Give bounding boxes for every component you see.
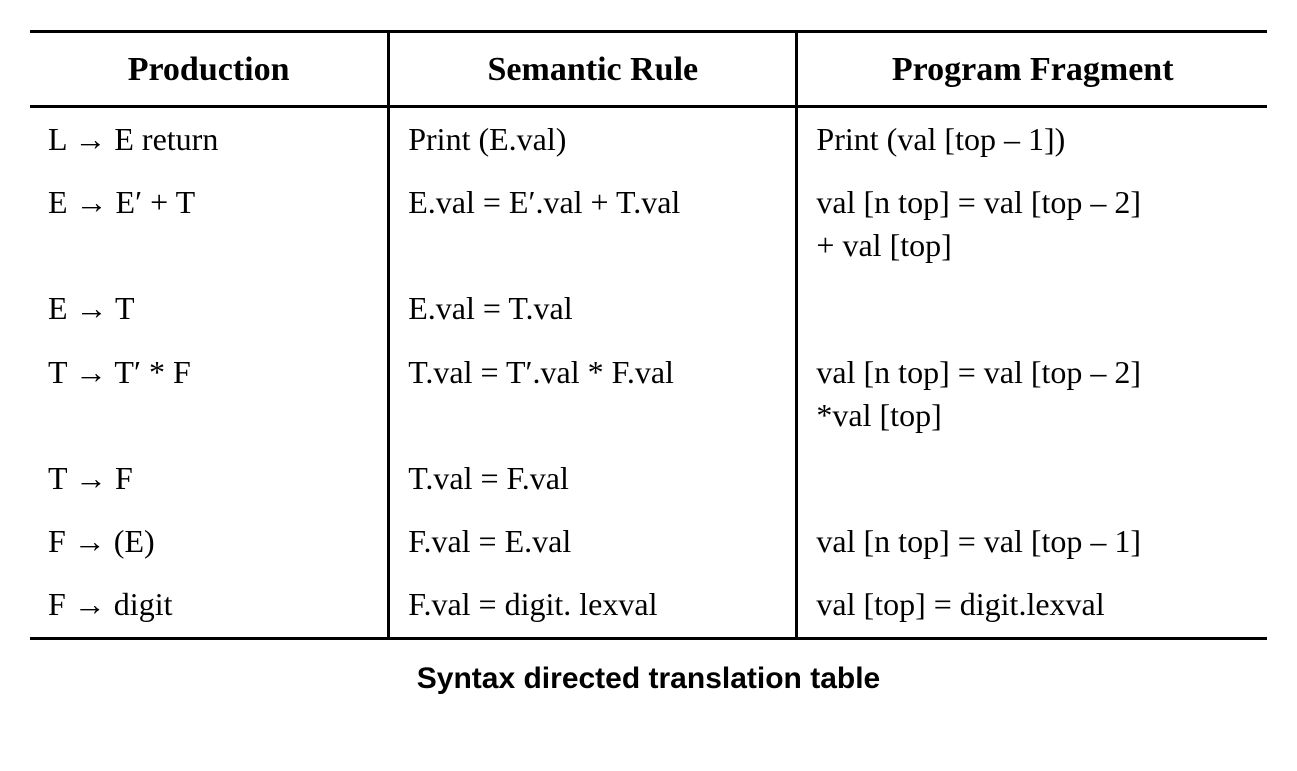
table-row: F → digit F.val = digit. lexval val [top… [30, 573, 1267, 638]
header-production: Production [30, 32, 389, 107]
cell-semantic: F.val = digit. lexval [389, 573, 797, 638]
cell-fragment: Print (val [top – 1]) [797, 106, 1267, 171]
cell-semantic: T.val = T′.val * F.val [389, 341, 797, 447]
cell-fragment [797, 447, 1267, 510]
table-row: T → T′ * F T.val = T′.val * F.val val [n… [30, 341, 1267, 447]
cell-fragment: val [n top] = val [top – 2] *val [top] [797, 341, 1267, 447]
table-caption: Syntax directed translation table [30, 662, 1267, 696]
syntax-translation-table: Production Semantic Rule Program Fragmen… [30, 30, 1267, 640]
table-row: F → (E) F.val = E.val val [n top] = val … [30, 510, 1267, 573]
syntax-table-container: Production Semantic Rule Program Fragmen… [30, 30, 1267, 696]
cell-fragment: val [n top] = val [top – 1] [797, 510, 1267, 573]
cell-production: T → T′ * F [30, 341, 389, 447]
cell-production: F → digit [30, 573, 389, 638]
table-header-row: Production Semantic Rule Program Fragmen… [30, 32, 1267, 107]
cell-fragment [797, 277, 1267, 340]
cell-production: E → T [30, 277, 389, 340]
cell-fragment: val [top] = digit.lexval [797, 573, 1267, 638]
table-row: E → T E.val = T.val [30, 277, 1267, 340]
header-fragment: Program Fragment [797, 32, 1267, 107]
cell-production: F → (E) [30, 510, 389, 573]
table-row: E → E′ + T E.val = E′.val + T.val val [n… [30, 171, 1267, 277]
table-row: L → E return Print (E.val) Print (val [t… [30, 106, 1267, 171]
cell-production: T → F [30, 447, 389, 510]
cell-semantic: E.val = T.val [389, 277, 797, 340]
cell-semantic: T.val = F.val [389, 447, 797, 510]
cell-production: E → E′ + T [30, 171, 389, 277]
cell-semantic: F.val = E.val [389, 510, 797, 573]
cell-production: L → E return [30, 106, 389, 171]
cell-fragment: val [n top] = val [top – 2] + val [top] [797, 171, 1267, 277]
cell-semantic: Print (E.val) [389, 106, 797, 171]
cell-semantic: E.val = E′.val + T.val [389, 171, 797, 277]
table-row: T → F T.val = F.val [30, 447, 1267, 510]
header-semantic: Semantic Rule [389, 32, 797, 107]
